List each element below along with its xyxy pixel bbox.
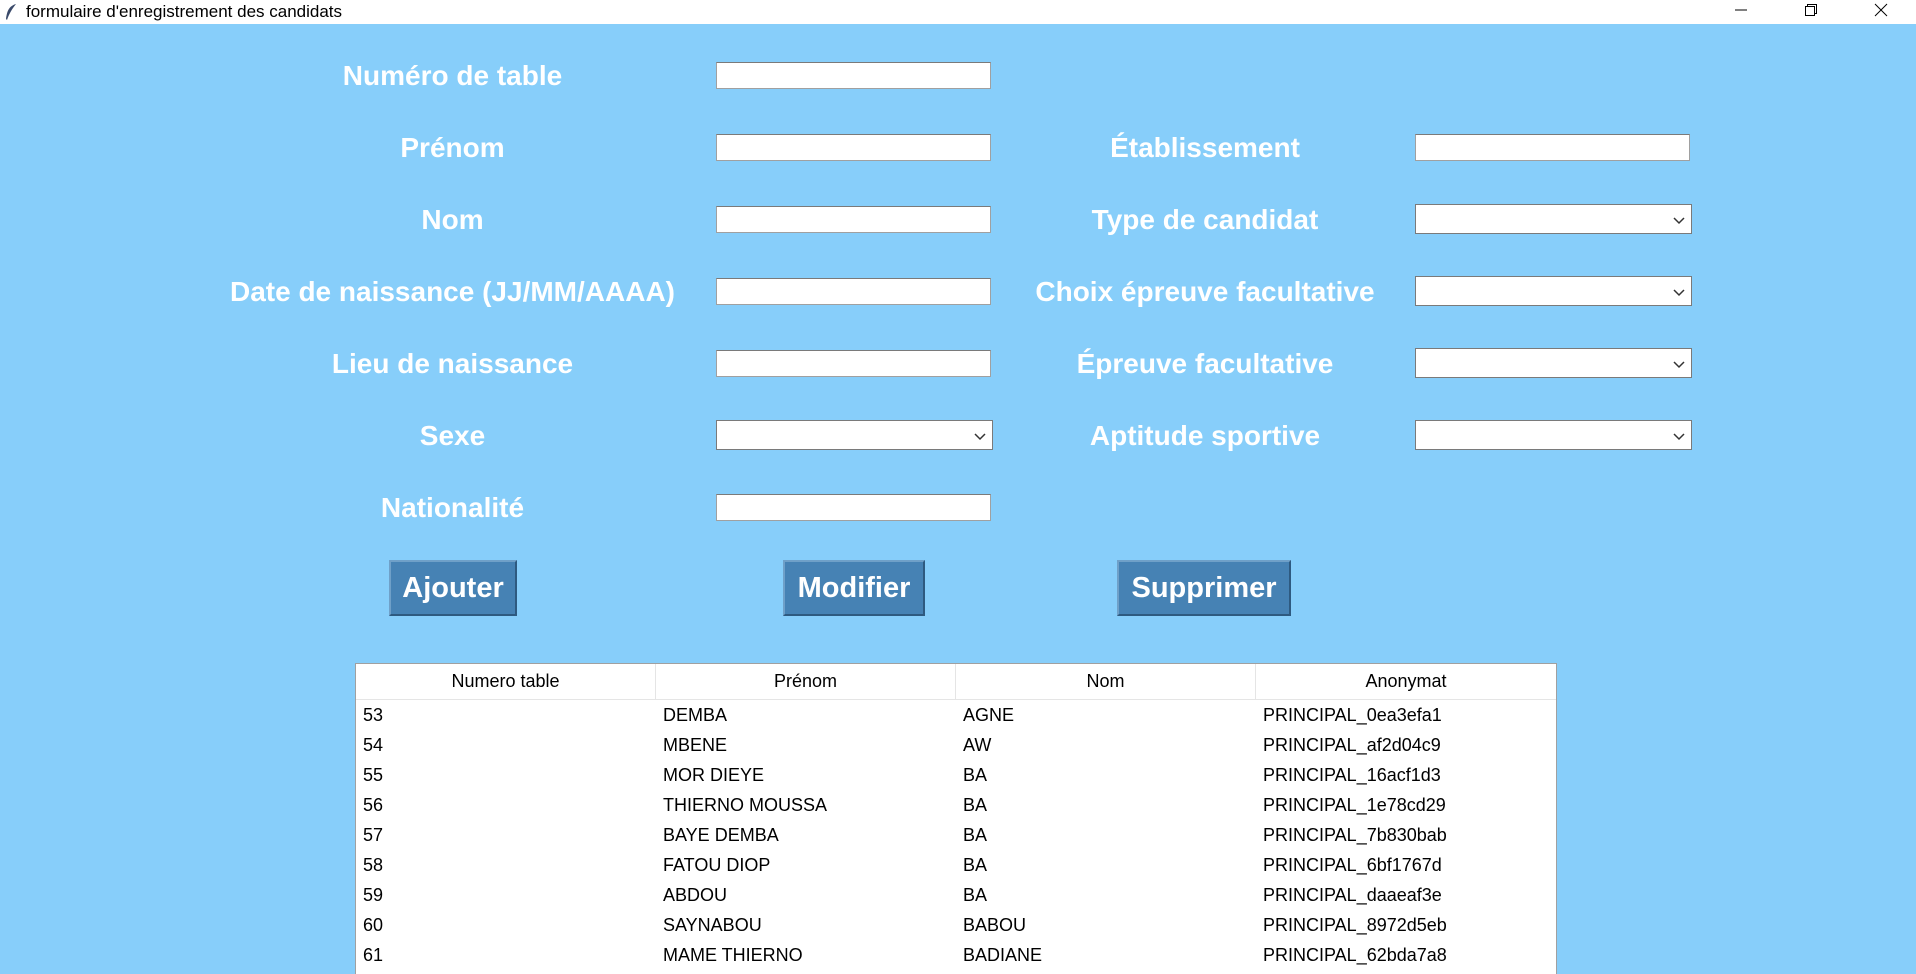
chevron-down-icon [1673,213,1685,231]
table-cell: 58 [363,855,384,875]
table-row[interactable]: 54 MBENE AW PRINCIPAL_af2d04c9 [356,730,1556,760]
chevron-down-icon [1673,357,1685,375]
table-cell: AGNE [963,705,1015,725]
window-controls [1706,0,1916,24]
epreuve-facultative-select[interactable] [1415,348,1692,378]
lieu-naissance-input[interactable] [716,350,991,377]
table-cell: PRINCIPAL_8972d5eb [1263,915,1447,935]
table-cell: 54 [363,735,384,755]
table-cell: THIERNO MOUSSA [663,795,828,815]
table-row[interactable]: 56 THIERNO MOUSSA BA PRINCIPAL_1e78cd29 [356,790,1556,820]
sexe-select[interactable] [716,420,993,450]
table-cell: 59 [363,885,384,905]
table-cell: PRINCIPAL_6bf1767d [1263,855,1442,875]
table-cell: BA [963,885,988,905]
label-type-candidat: Type de candidat [1091,204,1319,235]
label-nationalite: Nationalité [380,492,525,523]
label-aptitude-sportive: Aptitude sportive [1089,420,1321,451]
table-cell: 60 [363,915,384,935]
table-cell: BA [963,825,988,845]
choix-epreuve-select[interactable] [1415,276,1692,306]
column-header-anonymat[interactable]: Anonymat [1256,664,1556,699]
nationalite-input[interactable] [716,494,991,521]
table-cell: ABDOU [663,885,728,905]
table-cell: FATOU DIOP [663,855,771,875]
candidates-table[interactable]: Numero table Prénom Nom Anonymat 53 DEMBA… [355,663,1557,974]
label-prenom: Prénom [400,132,505,163]
table-cell: BA [963,855,988,875]
table-cell: AW [963,735,992,755]
table-row[interactable]: 55 MOR DIEYE BA PRINCIPAL_16acf1d3 [356,760,1556,790]
table-cell: PRINCIPAL_62bda7a8 [1263,945,1447,965]
table-cell: 61 [363,945,384,965]
etablissement-input[interactable] [1415,134,1690,161]
table-cell: PRINCIPAL_1e78cd29 [1263,795,1446,815]
label-epreuve-facultative: Épreuve facultative [1076,348,1334,379]
table-row[interactable]: 59 ABDOU BA PRINCIPAL_daaeaf3e [356,880,1556,910]
label-etablissement: Établissement [1110,132,1300,163]
table-cell: DEMBA [663,705,728,725]
table-body: 53 DEMBA AGNE PRINCIPAL_0ea3efa1 54 MBENE AW PR… [356,700,1556,970]
table-cell: BABOU [963,915,1027,935]
title-bar: formulaire d'enregistrement des candidat… [0,0,1916,24]
numero-table-input[interactable] [716,62,991,89]
table-cell: MBENE [663,735,728,755]
label-date-naissance: Date de naissance (JJ/MM/AAAA) [229,276,675,307]
chevron-down-icon [1673,429,1685,447]
table-row[interactable]: 61 MAME THIERNO BADIANE PRINCIPAL_62bda7a8 [356,940,1556,970]
feather-icon [0,0,22,24]
table-row[interactable]: 53 DEMBA AGNE PRINCIPAL_0ea3efa1 [356,700,1556,730]
chevron-down-icon [974,429,986,447]
window-title: formulaire d'enregistrement des candidat… [26,2,343,21]
nom-input[interactable] [716,206,991,233]
column-header-prenom[interactable]: Prénom [656,664,956,699]
close-button[interactable] [1846,0,1916,24]
ajouter-button[interactable]: Ajouter [389,560,517,616]
close-icon [1874,3,1888,22]
table-cell: 57 [363,825,384,845]
supprimer-button[interactable]: Supprimer [1117,560,1291,616]
table-cell: 55 [363,765,384,785]
prenom-input[interactable] [716,134,991,161]
column-header-numero-table[interactable]: Numero table [356,664,656,699]
table-cell: PRINCIPAL_af2d04c9 [1263,735,1441,755]
restore-button[interactable] [1776,0,1846,24]
table-cell: MAME THIERNO [663,945,803,965]
aptitude-sportive-select[interactable] [1415,420,1692,450]
table-row[interactable]: 58 FATOU DIOP BA PRINCIPAL_6bf1767d [356,850,1556,880]
table-header: Numero table Prénom Nom Anonymat [356,664,1556,700]
table-cell: MOR DIEYE [663,765,765,785]
column-header-nom[interactable]: Nom [956,664,1256,699]
minimize-icon [1735,3,1747,21]
table-cell: BAYE DEMBA [663,825,779,845]
chevron-down-icon [1673,285,1685,303]
table-cell: SAYNABOU [663,915,762,935]
type-candidat-select[interactable] [1415,204,1692,234]
table-cell: PRINCIPAL_7b830bab [1263,825,1447,845]
label-numero-table: Numéro de table [342,60,563,91]
modifier-button[interactable]: Modifier [783,560,925,616]
table-row[interactable]: 57 BAYE DEMBA BA PRINCIPAL_7b830bab [356,820,1556,850]
table-cell: BA [963,765,988,785]
table-cell: PRINCIPAL_16acf1d3 [1263,765,1441,785]
table-cell: 56 [363,795,384,815]
restore-icon [1805,3,1817,21]
label-nom: Nom [421,204,484,235]
table-cell: BADIANE [963,945,1043,965]
minimize-button[interactable] [1706,0,1776,24]
label-choix-epreuve: Choix épreuve facultative [1035,276,1375,307]
date-naissance-input[interactable] [716,278,991,305]
label-sexe: Sexe [419,420,486,451]
table-cell: PRINCIPAL_0ea3efa1 [1263,705,1442,725]
table-cell: PRINCIPAL_daaeaf3e [1263,885,1442,905]
table-row[interactable]: 60 SAYNABOU BABOU PRINCIPAL_8972d5eb [356,910,1556,940]
table-cell: BA [963,795,988,815]
label-lieu-naissance: Lieu de naissance [331,348,574,379]
table-cell: 53 [363,705,384,725]
